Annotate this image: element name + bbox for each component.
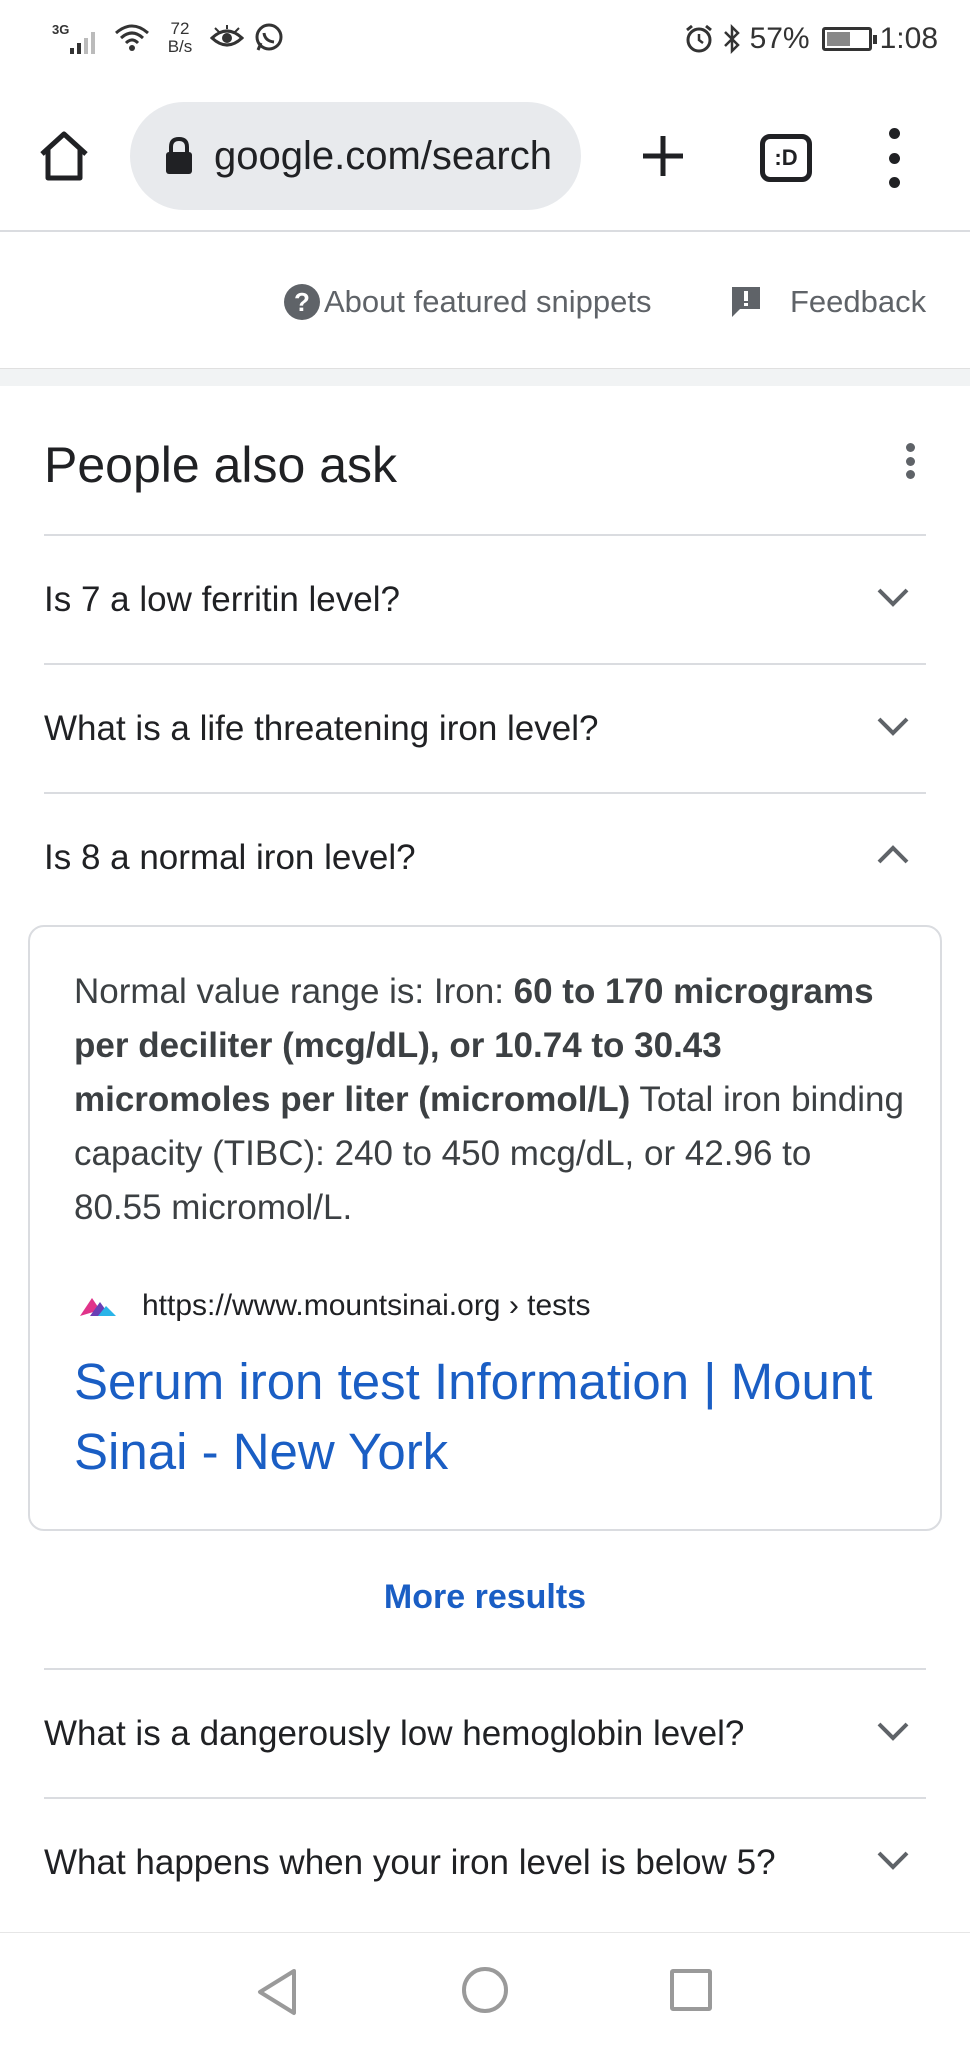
- home-button-icon[interactable]: [462, 1967, 508, 2013]
- question-item[interactable]: What is a life threatening iron level?: [44, 663, 926, 793]
- network-speed: 72 B/s: [160, 20, 200, 56]
- new-tab-icon[interactable]: [638, 128, 688, 184]
- url-text: google.com/search: [214, 133, 552, 178]
- address-bar[interactable]: google.com/search: [130, 102, 581, 210]
- lock-icon: [166, 137, 192, 174]
- question-text: What is a life threatening iron level?: [44, 709, 599, 748]
- snippet-meta-row: ? About featured snippets Feedback: [0, 232, 970, 368]
- help-icon: ?: [284, 284, 320, 320]
- section-divider: [0, 368, 970, 386]
- browser-toolbar: google.com/search :D: [0, 84, 970, 232]
- people-also-ask-title: People also ask: [44, 437, 398, 493]
- wifi-icon: [115, 24, 149, 51]
- chevron-down-icon: [877, 588, 909, 607]
- result-title-link[interactable]: Serum iron test Information | Mount Sina…: [74, 1347, 894, 1487]
- about-label: About featured snippets: [324, 284, 652, 319]
- chevron-up-icon: [877, 845, 909, 864]
- status-right: 57% 1:08: [684, 22, 938, 56]
- alarm-icon: [685, 24, 712, 53]
- question-text: What is a dangerously low hemoglobin lev…: [44, 1714, 745, 1753]
- signal-icon: 3G: [52, 18, 104, 58]
- chevron-down-icon: [877, 1722, 909, 1741]
- source-url: https://www.mountsinai.org › tests: [142, 1289, 591, 1322]
- answer-card: Normal value range is: Iron: 60 to 170 m…: [28, 925, 942, 1531]
- back-icon[interactable]: [254, 1967, 300, 2017]
- status-left: 3G 72 B/s: [52, 18, 284, 58]
- feedback-label: Feedback: [790, 284, 927, 319]
- feedback-link[interactable]: Feedback: [730, 284, 926, 320]
- question-text: Is 7 a low ferritin level?: [44, 580, 400, 619]
- system-navigation-bar: [0, 1932, 970, 2048]
- battery-percent: 57%: [749, 22, 810, 55]
- chevron-down-icon: [877, 717, 909, 736]
- source-citation[interactable]: https://www.mountsinai.org › tests: [78, 1289, 591, 1323]
- bluetooth-icon: [723, 23, 740, 55]
- question-text: What happens when your iron level is bel…: [44, 1843, 776, 1882]
- about-featured-snippets-link[interactable]: ? About featured snippets: [284, 284, 651, 320]
- question-item[interactable]: What happens when your iron level is bel…: [44, 1797, 926, 1927]
- network-type: 3G: [52, 22, 70, 37]
- question-item-expanded[interactable]: Is 8 a normal iron level?: [44, 792, 926, 922]
- speed-value: 72: [170, 19, 190, 38]
- question-text: Is 8 a normal iron level?: [44, 838, 416, 877]
- answer-text: Normal value range is: Iron: 60 to 170 m…: [74, 965, 904, 1235]
- whatsapp-icon: [255, 23, 283, 51]
- question-item[interactable]: What is a dangerously low hemoglobin lev…: [44, 1668, 926, 1798]
- battery-icon: [821, 27, 877, 51]
- more-results-link[interactable]: More results: [0, 1578, 970, 1617]
- clock: 1:08: [879, 22, 938, 55]
- status-bar: 3G 72 B/s 57% 1:08: [0, 0, 970, 84]
- browser-menu-icon[interactable]: [882, 128, 906, 188]
- more-options-icon[interactable]: [904, 443, 916, 479]
- chevron-down-icon: [877, 1851, 909, 1870]
- eye-icon: [210, 25, 244, 47]
- answer-intro: Normal value range is: Iron:: [74, 972, 514, 1011]
- recent-apps-icon[interactable]: [670, 1969, 712, 2011]
- home-icon[interactable]: [36, 128, 92, 184]
- tab-switcher-button[interactable]: :D: [760, 134, 812, 182]
- speed-unit: B/s: [167, 37, 193, 56]
- mount-sinai-logo-icon: [80, 1298, 116, 1316]
- question-item[interactable]: Is 7 a low ferritin level?: [44, 534, 926, 664]
- feedback-icon: [732, 287, 760, 317]
